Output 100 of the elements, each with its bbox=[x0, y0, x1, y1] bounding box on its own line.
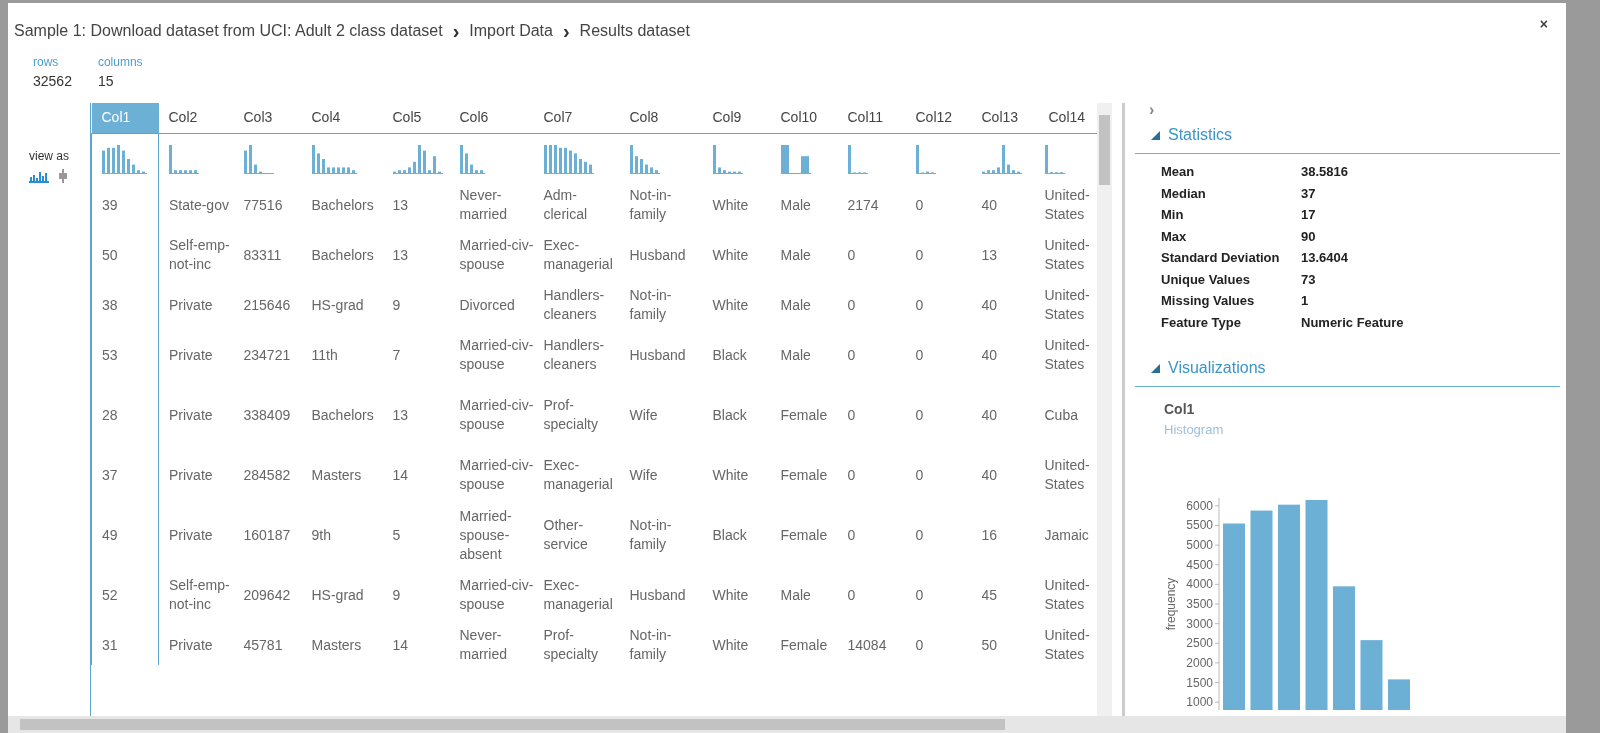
stat-label: Median bbox=[1161, 184, 1207, 203]
y-tick-label: 1500 bbox=[1186, 675, 1213, 689]
y-tick-label: 3500 bbox=[1186, 596, 1213, 611]
horizontal-scrollbar[interactable] bbox=[8, 716, 1566, 733]
mini-histogram bbox=[459, 144, 485, 175]
table-cell-text: Black bbox=[711, 405, 748, 425]
column-header[interactable]: Col8 bbox=[619, 103, 703, 133]
table-cell-text: 284582 bbox=[242, 465, 292, 485]
table-cell-text: Not-in-family bbox=[628, 626, 673, 664]
table-cell-text: Exec-managerial bbox=[542, 576, 614, 614]
table-cell-text: 0 bbox=[846, 465, 857, 485]
table-cell-text: Male bbox=[779, 245, 812, 265]
column-header[interactable]: Col11 bbox=[837, 103, 906, 133]
table-cell-text: Male bbox=[779, 345, 812, 365]
boxplot-icon[interactable] bbox=[57, 169, 69, 183]
column-header[interactable]: Col13 bbox=[971, 103, 1039, 133]
table-cell-text: Exec-managerial bbox=[542, 236, 614, 274]
table-cell-text: 13 bbox=[391, 405, 410, 425]
table-cell-text: 0 bbox=[846, 405, 857, 425]
chevron-icon: › bbox=[562, 16, 570, 46]
table-cell-text: White bbox=[711, 295, 750, 315]
collapse-triangle-icon[interactable] bbox=[1151, 363, 1160, 373]
stat-label: Unique Values bbox=[1161, 270, 1251, 289]
table-cell: State-gov bbox=[158, 185, 234, 225]
y-tick-label: 5500 bbox=[1186, 518, 1213, 532]
table-cell-text: Married-civ-spouse bbox=[458, 576, 534, 614]
histogram-icon[interactable] bbox=[29, 169, 49, 183]
y-tick-label: 4500 bbox=[1186, 557, 1213, 572]
table-cell-text: 0 bbox=[914, 465, 925, 485]
breadcrumb-link[interactable]: Import Data bbox=[469, 19, 553, 43]
stat-label: Feature Type bbox=[1161, 313, 1242, 332]
table-cell-text: 0 bbox=[846, 585, 857, 605]
vertical-scrollbar[interactable] bbox=[1097, 103, 1112, 716]
table-cell-text: Not-in-family bbox=[628, 186, 673, 224]
table-cell-text: 40 bbox=[980, 405, 999, 425]
table-cell-text: 16 bbox=[980, 525, 999, 545]
table-cell-text: Jamaic bbox=[1043, 525, 1090, 545]
table-cell-text: Prof-specialty bbox=[542, 626, 599, 664]
table-cell-text: United-States bbox=[1043, 186, 1091, 224]
table-cell-text: 0 bbox=[846, 245, 857, 265]
table-cell: Self-emp-not-inc bbox=[158, 225, 234, 285]
expand-chevron-icon[interactable]: › bbox=[1135, 103, 1560, 117]
table-cell-text: 0 bbox=[914, 345, 925, 365]
column-header[interactable]: Col2 bbox=[158, 103, 234, 133]
column-header[interactable]: Col12 bbox=[905, 103, 972, 133]
table-cell-text: 0 bbox=[914, 635, 925, 655]
y-tick-label: 3000 bbox=[1186, 616, 1213, 631]
table-cell-text: 0 bbox=[914, 295, 925, 315]
table-cell-text: 209642 bbox=[242, 585, 292, 605]
table-cell-text: Masters bbox=[310, 635, 363, 655]
table-cell-text: United-States bbox=[1043, 286, 1091, 324]
table-cell-text: 40 bbox=[980, 195, 999, 215]
table-cell-text: 0 bbox=[846, 295, 857, 315]
table-cell-text: United-States bbox=[1043, 576, 1091, 614]
table-cell-text: 40 bbox=[980, 295, 999, 315]
column-header[interactable]: Col6 bbox=[449, 103, 534, 133]
mini-histogram bbox=[543, 144, 594, 175]
table-cell-text: Bachelors bbox=[310, 405, 375, 425]
table-cell-text: 0 bbox=[914, 245, 925, 265]
column-header[interactable]: Col4 bbox=[301, 103, 383, 133]
stat-label: Missing Values bbox=[1161, 292, 1256, 310]
table-cell: Self-emp-not-inc bbox=[158, 565, 234, 625]
stat-value: 90 bbox=[1301, 227, 1317, 246]
table-cell-text: United-States bbox=[1043, 456, 1091, 494]
table-cell-text: Other-service bbox=[542, 516, 589, 554]
table-cell-text: Divorced bbox=[458, 295, 516, 315]
table-cell-text: Never-married bbox=[458, 626, 508, 664]
column-header[interactable]: Col5 bbox=[382, 103, 450, 133]
table-cell-text: 0 bbox=[914, 195, 925, 215]
stat-label: Mean bbox=[1161, 163, 1196, 181]
y-tick-label: 2500 bbox=[1186, 635, 1213, 650]
table-cell-text: 0 bbox=[914, 525, 925, 545]
table-cell: 52 bbox=[91, 565, 159, 625]
table-cell-text: 338409 bbox=[242, 405, 292, 425]
table-cell-text: 5 bbox=[391, 525, 402, 545]
breadcrumb-link[interactable]: Sample 1: Download dataset from UCI: Adult 2 class dataset bbox=[14, 19, 443, 43]
column-header[interactable]: Col9 bbox=[702, 103, 771, 133]
table-cell-text: Not-in-family bbox=[628, 286, 673, 324]
chevron-icon: › bbox=[452, 16, 460, 46]
table-cell: 38 bbox=[91, 285, 159, 325]
table-cell-text: White bbox=[711, 635, 750, 655]
table-cell-text: Husband bbox=[628, 245, 687, 265]
column-header[interactable]: Col7 bbox=[533, 103, 620, 133]
collapse-triangle-icon[interactable] bbox=[1151, 130, 1160, 140]
mini-histogram bbox=[102, 144, 147, 175]
table-cell: Private bbox=[158, 625, 234, 665]
table-cell-text: 0 bbox=[914, 405, 925, 425]
column-header[interactable]: Col10 bbox=[770, 103, 838, 133]
y-tick-label: 6000 bbox=[1186, 498, 1213, 513]
close-button[interactable]: × bbox=[1533, 13, 1554, 36]
table-cell-text: 45781 bbox=[242, 635, 284, 655]
table-cell: 28 bbox=[91, 385, 159, 445]
table-cell-text: Black bbox=[711, 525, 748, 545]
table-cell-text: Exec-managerial bbox=[542, 456, 614, 494]
column-header[interactable]: Col3 bbox=[233, 103, 302, 133]
mini-histogram bbox=[629, 144, 660, 175]
table-cell: 50 bbox=[91, 225, 159, 285]
table-cell-text: Handlers-cleaners bbox=[542, 336, 606, 374]
mini-histogram bbox=[392, 144, 443, 175]
table-cell-text: Masters bbox=[310, 465, 363, 485]
